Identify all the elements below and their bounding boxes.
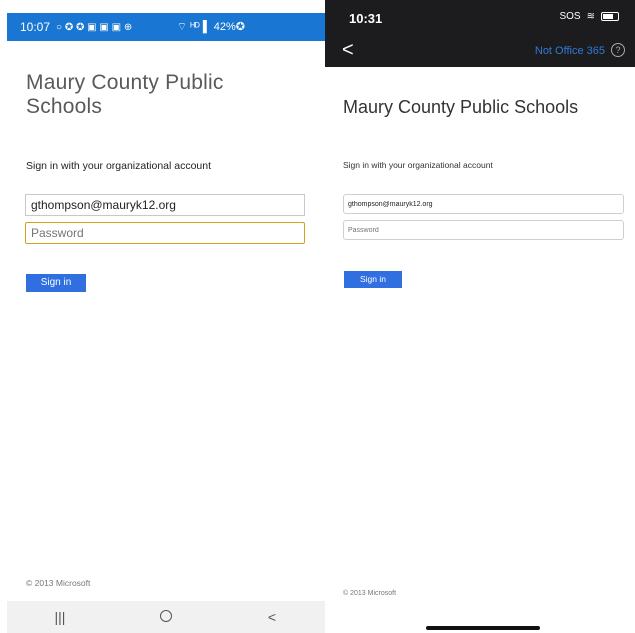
sos-icon: SOS [559,11,581,22]
signin-button[interactable]: Sign in [344,271,402,288]
not-office-365-link[interactable]: Not Office 365 [535,45,605,57]
username-input[interactable] [25,194,305,216]
organization-title: Maury County Public Schools [343,97,579,117]
copyright-text: © 2013 Microsoft [343,590,397,597]
home-circle-icon [160,610,172,622]
system-status-icons: ⌔ ᴴᴰ ▌ 42%✪ [176,21,245,33]
ios-top-bar: 10:31 SOS ≋ < Not Office 365 ? [325,0,635,67]
home-indicator[interactable] [426,626,540,630]
system-status-icons: SOS ≋ [559,11,619,22]
screenshot-stage: 10:07 ○ ✪ ✪ ▣ ▣ ▣ ⊕ ⌔ ᴴᴰ ▌ 42%✪ Maury Co… [0,0,635,633]
ios-signin-screen: 10:31 SOS ≋ < Not Office 365 ? Maury Cou… [325,0,635,633]
signin-instruction: Sign in with your organizational account [343,160,493,170]
username-input[interactable] [343,194,624,214]
home-button[interactable] [146,609,186,625]
password-input[interactable] [25,222,305,244]
status-time: 10:31 [349,11,383,26]
android-nav-bar: ||| < [7,601,325,633]
android-status-bar: 10:07 ○ ✪ ✪ ▣ ▣ ▣ ⊕ ⌔ ᴴᴰ ▌ 42%✪ [7,13,325,41]
help-icon[interactable]: ? [611,43,625,57]
back-chevron-icon[interactable]: < [342,40,354,60]
android-signin-screen: 10:07 ○ ✪ ✪ ▣ ▣ ▣ ⊕ ⌔ ᴴᴰ ▌ 42%✪ Maury Co… [7,13,325,633]
organization-title: Maury County Public Schools [26,71,224,118]
status-time: 10:07 [20,20,51,34]
password-input[interactable] [343,220,624,240]
recent-apps-button[interactable]: ||| [40,609,80,625]
signin-instruction: Sign in with your organizational account [26,160,212,172]
signin-button[interactable]: Sign in [26,274,86,292]
back-button[interactable]: < [252,609,292,625]
battery-icon [601,12,619,21]
copyright-text: © 2013 Microsoft [26,578,91,588]
wifi-icon: ≋ [586,11,595,22]
notification-icons: ○ ✪ ✪ ▣ ▣ ▣ ⊕ [56,21,133,33]
